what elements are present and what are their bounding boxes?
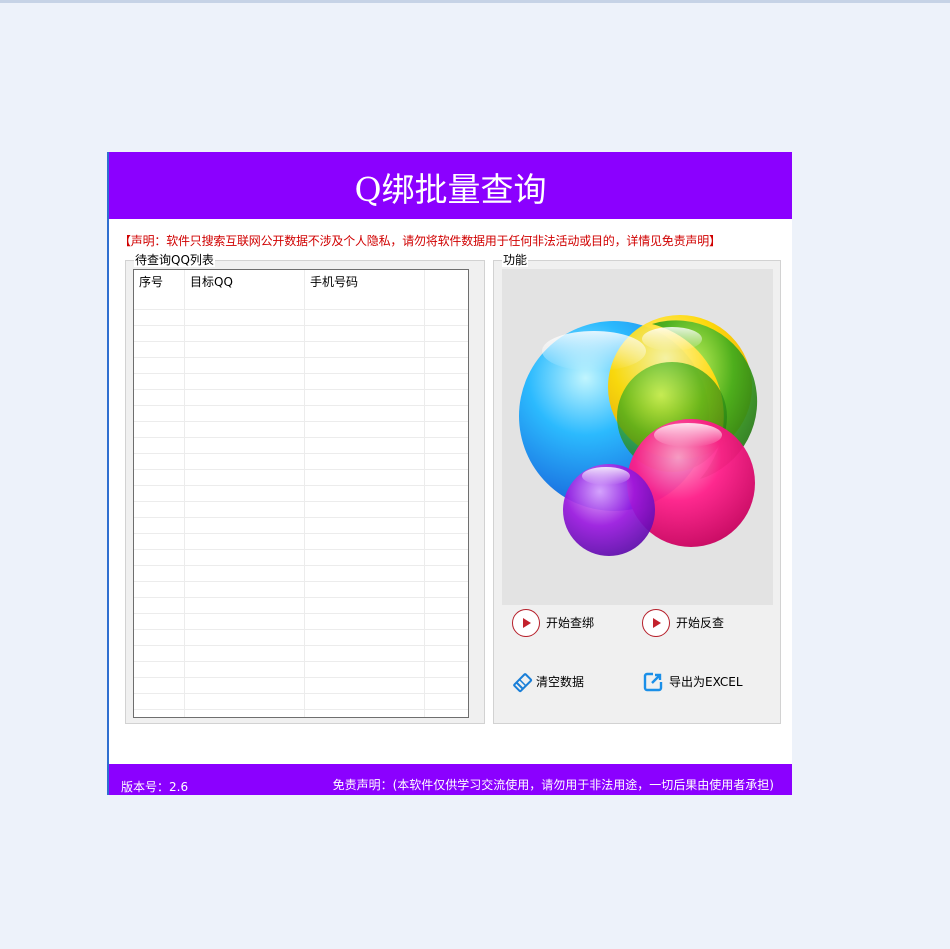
column-header-index[interactable]: 序号 — [134, 270, 185, 294]
start-bind-label: 开始查绑 — [546, 616, 595, 630]
status-bar: 版本号：2.6 免责声明：(本软件仅供学习交流使用，请勿用于非法用途，一切后果由… — [109, 764, 792, 795]
qq-list-group-title: 待查询QQ列表 — [134, 253, 215, 267]
start-reverse-label: 开始反查 — [676, 616, 725, 630]
export-excel-label: 导出为EXCEL — [669, 675, 743, 689]
version-label: 版本号：2.6 — [121, 780, 189, 794]
bubbles-logo-image — [502, 269, 773, 605]
export-excel-button[interactable]: 导出为EXCEL — [642, 666, 762, 698]
desktop-top-border — [0, 0, 950, 3]
clear-icon — [513, 673, 533, 693]
export-icon — [643, 672, 663, 692]
column-divider — [184, 270, 185, 717]
bubbles-icon — [519, 315, 758, 556]
qq-list-group: 待查询QQ列表 序号 目标QQ 手机号码 — [125, 253, 485, 724]
play-icon — [512, 609, 540, 637]
qq-list-view[interactable]: 序号 目标QQ 手机号码 — [133, 269, 469, 718]
disclaimer-text: 免责声明：(本软件仅供学习交流使用，请勿用于非法用途，一切后果由使用者承担) — [332, 778, 774, 792]
start-bind-button[interactable]: 开始查绑 — [512, 607, 622, 639]
start-reverse-button[interactable]: 开始反查 — [642, 607, 752, 639]
clear-data-label: 清空数据 — [536, 675, 585, 689]
legal-notice: 【声明：软件只搜索互联网公开数据不涉及个人隐私，请勿将软件数据用于任何非法活动或… — [119, 234, 721, 248]
app-title: Q绑批量查询 — [109, 152, 792, 219]
column-divider — [304, 270, 305, 717]
app-window: Q绑批量查询 【声明：软件只搜索互联网公开数据不涉及个人隐私，请勿将软件数据用于… — [107, 152, 792, 795]
column-header-phone[interactable]: 手机号码 — [305, 270, 425, 294]
clear-data-button[interactable]: 清空数据 — [512, 666, 622, 698]
function-group: 功能 开始查绑 开始反查 清空数据 导出为EXCEL — [493, 253, 781, 724]
column-header-target-qq[interactable]: 目标QQ — [185, 270, 305, 294]
function-group-title: 功能 — [502, 253, 529, 267]
play-icon — [642, 609, 670, 637]
column-divider — [424, 270, 425, 717]
